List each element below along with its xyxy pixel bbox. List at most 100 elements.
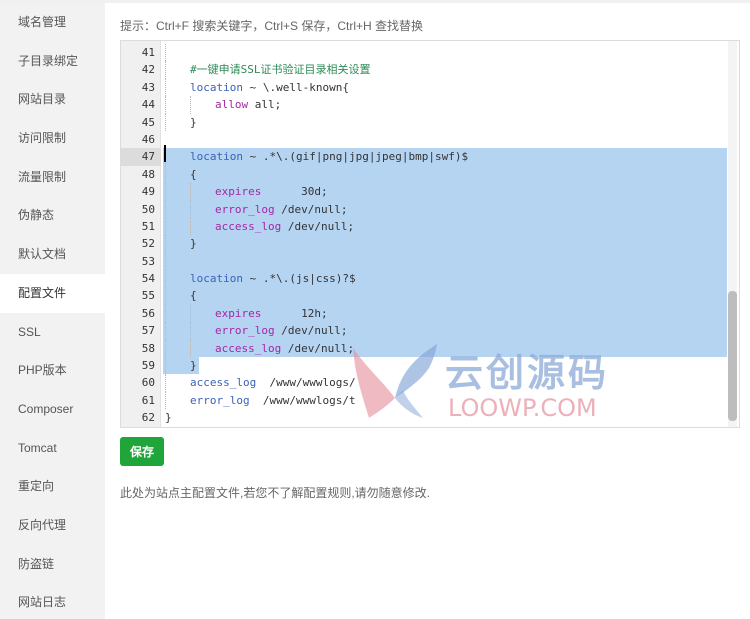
code-text: error_log /www/wwwlogs/t (163, 391, 727, 410)
sidebar-item[interactable]: 默认文档 (0, 235, 105, 274)
code-token: /www/wwwlogs/t (249, 393, 356, 407)
code-token: access_log (215, 341, 282, 355)
code-line[interactable]: 46 (121, 131, 739, 148)
line-number: 42 (141, 63, 155, 77)
sidebar-item[interactable]: 域名管理 (0, 3, 105, 42)
sidebar-item[interactable]: Tomcat (0, 429, 105, 468)
code-text (163, 44, 727, 62)
sidebar-item[interactable]: 防盗链 (0, 545, 105, 584)
code-text: #一键申请SSL证书验证目录相关设置 (163, 61, 727, 79)
code-token: access_log (190, 376, 257, 390)
sidebar-item[interactable]: 反向代理 (0, 506, 105, 545)
code-line[interactable]: 44 allow all; (121, 96, 739, 114)
indent-guide (165, 61, 166, 79)
code-token: all; (248, 98, 282, 112)
code-line[interactable]: 61 error_log /www/wwwlogs/t (121, 391, 739, 410)
code-line[interactable]: 48 { (121, 165, 739, 184)
indent-guide (190, 322, 191, 340)
editor-scrollbar[interactable] (728, 41, 737, 427)
line-number: 60 (141, 376, 155, 390)
code-line[interactable]: 55 { (121, 287, 739, 305)
code-token: } (190, 115, 197, 129)
code-token: error_log (215, 202, 275, 216)
scrollbar-thumb[interactable] (728, 291, 737, 421)
code-token: #一键申请SSL证书验证目录相关设置 (190, 63, 371, 77)
sidebar-item[interactable]: 重定向 (0, 467, 105, 506)
line-number: 49 (141, 185, 155, 199)
code-line[interactable]: 62} (121, 409, 739, 426)
code-text: } (163, 409, 727, 426)
code-line[interactable]: 59} (121, 357, 739, 375)
code-text: location ~ \.well-known{ (163, 78, 727, 97)
code-token: { (190, 289, 197, 303)
code-line[interactable]: 50 error_log /dev/null; (121, 200, 739, 218)
line-number: 62 (141, 411, 155, 425)
line-number: 53 (141, 254, 155, 268)
indent-guide (165, 235, 166, 253)
code-token: /dev/null; (274, 202, 348, 216)
sidebar-item[interactable]: 流量限制 (0, 158, 105, 197)
code-token: } (165, 411, 172, 425)
line-number: 47 (121, 148, 161, 166)
line-number: 56 (141, 306, 155, 320)
code-line[interactable]: 60 access_log /www/wwwlogs/ (121, 374, 739, 392)
line-number: 43 (141, 80, 155, 94)
code-line[interactable]: 49 expires 30d; (121, 183, 739, 201)
top-strip (0, 0, 750, 3)
code-text: access_log /www/wwwlogs/ (163, 374, 727, 392)
code-line[interactable]: 52} (121, 235, 739, 253)
sidebar-item[interactable]: 子目录绑定 (0, 42, 105, 81)
code-line[interactable]: 43 location ~ \.well-known{ (121, 78, 739, 97)
line-number: 41 (141, 46, 155, 59)
code-token: ~ .*\.(js|css)?$ (242, 272, 356, 286)
indent-guide (165, 165, 166, 184)
line-number: 58 (141, 341, 155, 355)
indent-guide (165, 304, 166, 323)
code-token: ~ \.well-known{ (242, 80, 349, 94)
code-line[interactable]: 57 error_log /dev/null; (121, 322, 739, 340)
sidebar-item[interactable]: PHP版本 (0, 351, 105, 390)
code-lines[interactable]: 41 42 #一键申请SSL证书验证目录相关设置 43 location ~ \.wel… (121, 44, 739, 427)
indent-guide (165, 391, 166, 410)
indent-guide (190, 200, 191, 218)
code-line[interactable]: 47 location ~ .*\.(gif|png|jpg|jpeg|bmp|s… (121, 148, 739, 166)
code-token: error_log (215, 324, 275, 338)
code-editor[interactable]: 41 42 #一键申请SSL证书验证目录相关设置 43 location ~ \.wel… (120, 40, 740, 428)
code-text: allow all; (163, 96, 727, 114)
code-text: expires 30d; (163, 183, 727, 201)
sidebar-item[interactable]: 配置文件 (0, 273, 105, 313)
code-line[interactable]: 53 (121, 252, 739, 271)
line-number: 55 (141, 289, 155, 303)
code-text: location ~ .*\.(gif|png|jpg|jpeg|bmp|swf… (163, 148, 727, 166)
code-line[interactable]: 42 #一键申请SSL证书验证目录相关设置 (121, 61, 739, 79)
code-line[interactable]: 45} (121, 113, 739, 131)
sidebar-item[interactable]: Composer (0, 390, 105, 429)
indent-guide (165, 287, 166, 305)
sidebar-item[interactable]: 网站日志 (0, 583, 105, 619)
code-token: { (190, 167, 197, 181)
sidebar-item[interactable]: SSL (0, 313, 105, 352)
code-token: error_log (190, 393, 250, 407)
code-line[interactable]: 41 (121, 44, 739, 62)
line-number: 45 (141, 115, 155, 129)
sidebar-item[interactable]: 网站目录 (0, 80, 105, 119)
save-button[interactable]: 保存 (120, 437, 164, 466)
indent-guide (165, 183, 166, 201)
sidebar-item[interactable]: 访问限制 (0, 119, 105, 158)
config-warning-note: 此处为站点主配置文件,若您不了解配置规则,请勿随意修改. (120, 486, 431, 500)
code-line[interactable]: 51 access_log /dev/null; (121, 217, 739, 236)
code-line[interactable]: 54 location ~ .*\.(js|css)?$ (121, 270, 739, 288)
code-line[interactable]: 56 expires 12h; (121, 304, 739, 323)
shortcut-hint: 提示：Ctrl+F 搜索关键字，Ctrl+S 保存，Ctrl+H 查找替换 (120, 19, 424, 33)
line-number: 61 (141, 393, 155, 407)
sidebar-item[interactable]: 伪静态 (0, 196, 105, 235)
code-line[interactable]: 58 access_log /dev/null; (121, 339, 739, 358)
code-text: { (163, 287, 727, 305)
indent-guide (165, 113, 166, 131)
indent-guide (165, 322, 166, 340)
indent-guide (190, 96, 191, 114)
indent-guide (190, 217, 191, 236)
indent-guide (190, 183, 191, 201)
code-token: /dev/null; (281, 219, 355, 233)
